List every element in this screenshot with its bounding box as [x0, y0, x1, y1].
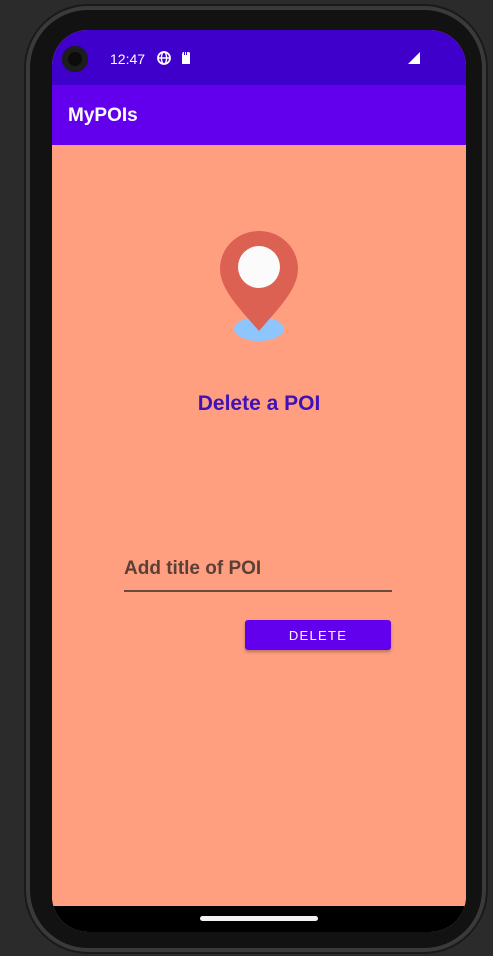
sd-card-icon [178, 50, 194, 66]
location-pin-icon [220, 231, 298, 341]
poi-title-input[interactable] [124, 552, 392, 592]
app-title: MyPOIs [68, 105, 138, 126]
page-heading: Delete a POI [197, 392, 321, 415]
main-content: Delete a POI DELETE [52, 145, 466, 908]
home-indicator[interactable] [200, 916, 318, 921]
delete-button[interactable]: DELETE [245, 620, 391, 650]
status-time: 12:47 [110, 51, 146, 67]
app-bar: MyPOIs [52, 85, 466, 145]
globe-icon [156, 50, 172, 66]
status-bar: 12:47 [52, 30, 466, 85]
camera-hole-icon [62, 46, 88, 72]
signal-icon [406, 50, 422, 66]
navigation-bar [52, 906, 466, 932]
device-screen: 12:47 MyPOIs Delete a POI Add title of P… [52, 30, 466, 932]
